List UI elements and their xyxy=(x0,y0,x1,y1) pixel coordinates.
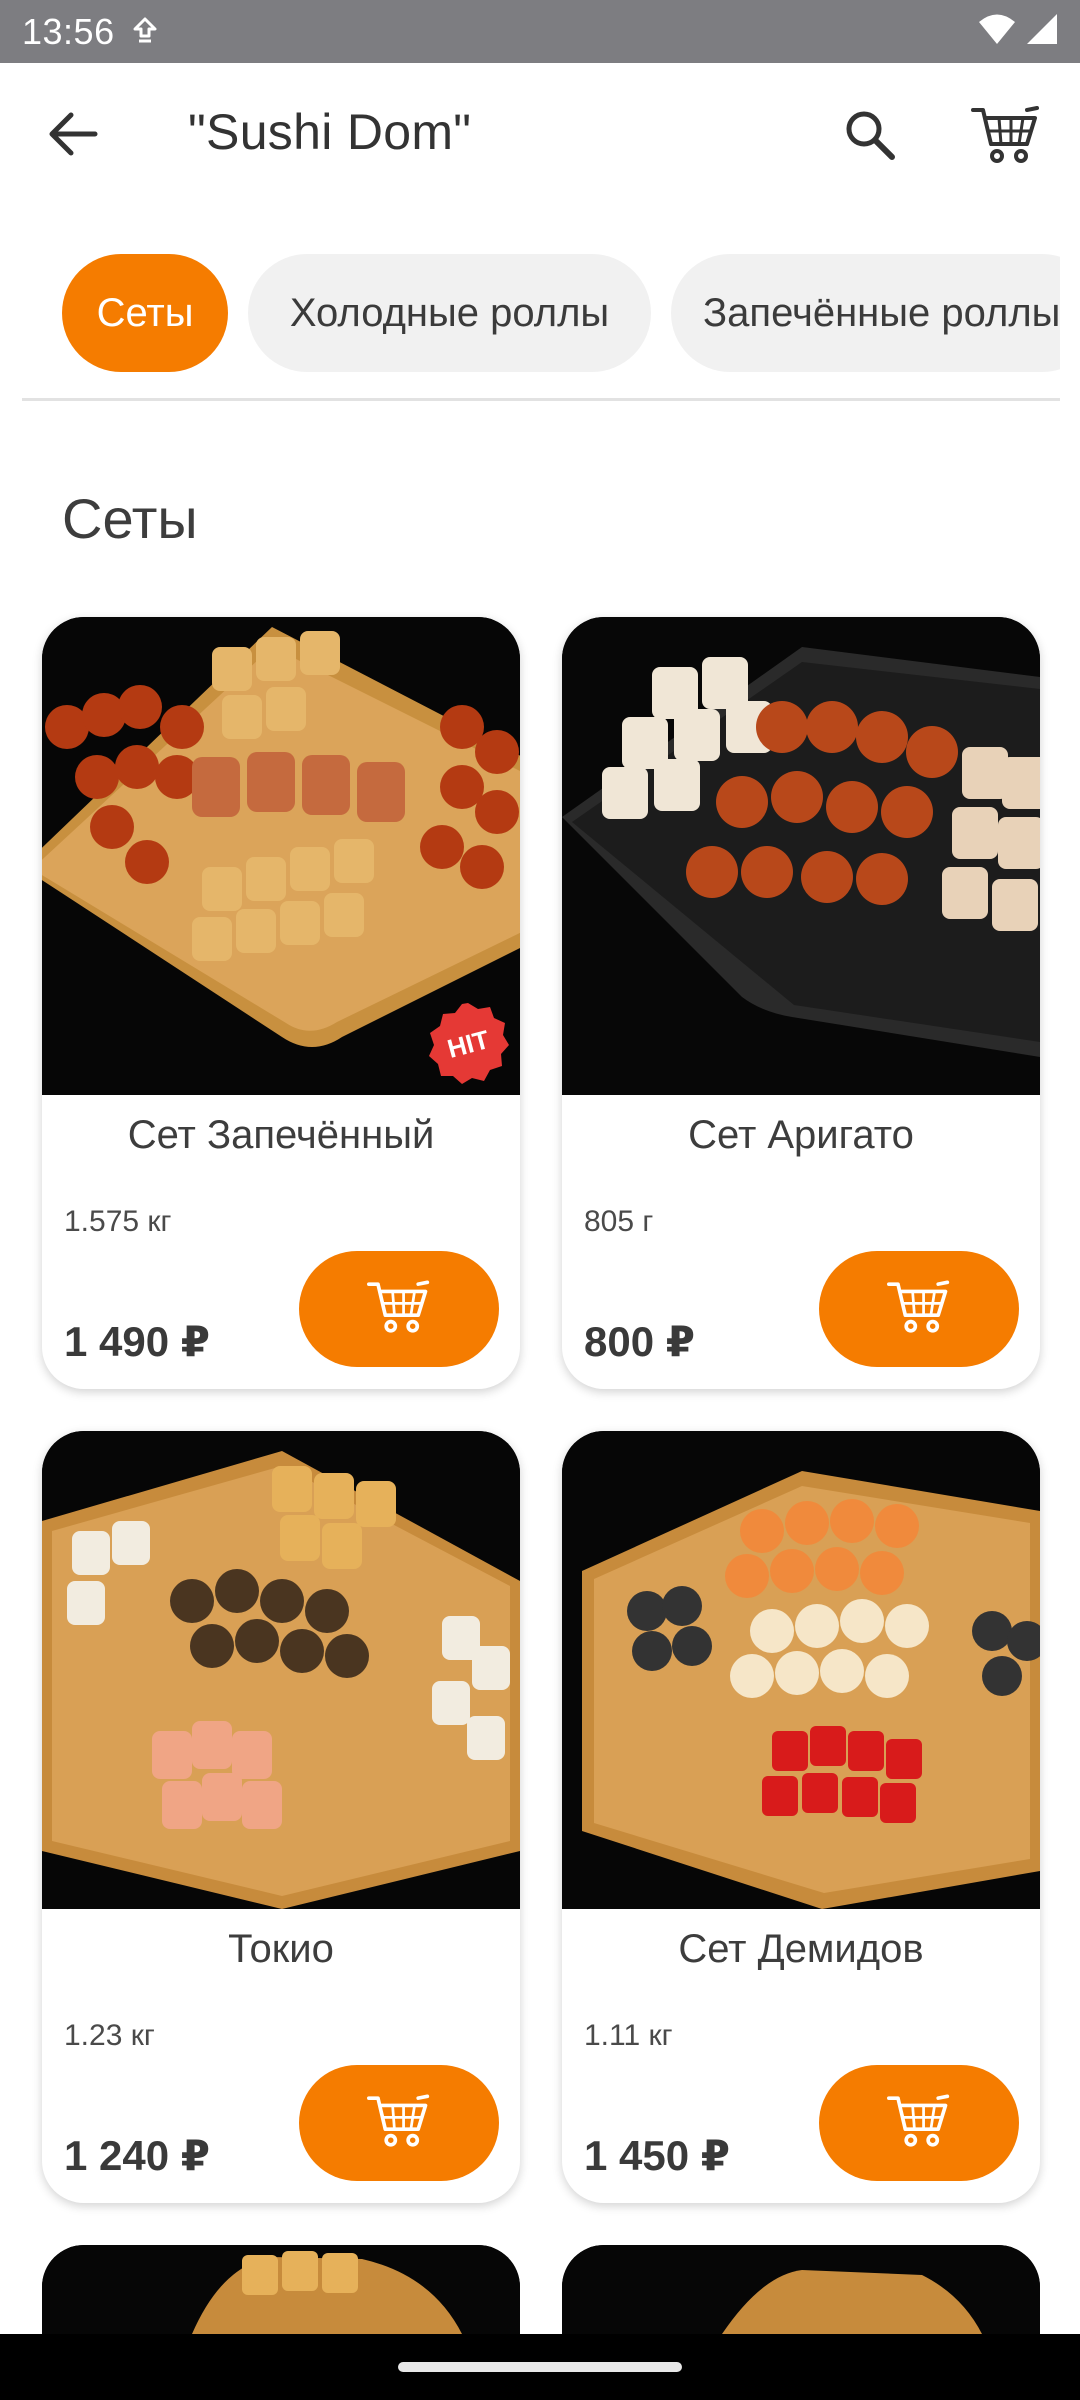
tab-sets[interactable]: Сеты xyxy=(62,254,228,372)
add-to-cart-button[interactable] xyxy=(819,2065,1019,2181)
product-name: Токио xyxy=(228,1927,334,1971)
tab-cold-rolls[interactable]: Холодные роллы xyxy=(248,254,651,372)
status-time: 13:56 xyxy=(22,10,115,52)
product-card[interactable]: Токио 1.23 кг 1 240 ₽ xyxy=(42,1431,520,2203)
product-card[interactable]: Сет Демидов 1.11 кг 1 450 ₽ xyxy=(562,1431,1040,2203)
product-image xyxy=(562,1431,1040,1909)
search-icon xyxy=(844,109,896,166)
product-weight: 1.23 кг xyxy=(64,2019,155,2052)
tab-baked-rolls[interactable]: Запечённые роллы xyxy=(671,254,1060,372)
screen: 13:56 "Sushi Dom" Сеты Холодные роллы За… xyxy=(0,0,1080,2400)
add-to-cart-button[interactable] xyxy=(299,1251,499,1367)
page-title: "Sushi Dom" xyxy=(188,104,472,160)
product-weight: 1.575 кг xyxy=(64,1205,172,1238)
search-button[interactable] xyxy=(832,99,908,175)
home-gesture-handle[interactable] xyxy=(398,2362,682,2372)
hit-badge: HIT xyxy=(426,1001,510,1085)
shopping-cart-icon xyxy=(887,2092,951,2155)
status-bar: 13:56 xyxy=(0,0,1080,63)
shopping-cart-icon xyxy=(367,1278,431,1341)
signal-icon xyxy=(1026,13,1058,50)
status-icons xyxy=(978,13,1058,50)
product-price: 1 240 ₽ xyxy=(64,2132,210,2179)
product-weight: 1.11 кг xyxy=(584,2019,673,2052)
data-saver-icon xyxy=(131,16,159,48)
shopping-cart-icon xyxy=(367,2092,431,2155)
arrow-left-icon xyxy=(48,112,98,161)
product-card[interactable]: HIT Сет Запечённый 1.575 кг 1 490 ₽ xyxy=(42,617,520,1389)
back-button[interactable] xyxy=(38,101,108,171)
shopping-cart-icon xyxy=(887,1278,951,1341)
product-image: HIT xyxy=(42,617,520,1095)
product-image xyxy=(562,617,1040,1095)
divider xyxy=(22,398,1060,401)
product-price: 800 ₽ xyxy=(584,1318,695,1365)
cart-button[interactable] xyxy=(966,99,1046,175)
wifi-icon xyxy=(978,13,1016,50)
top-app-bar: "Sushi Dom" xyxy=(0,63,1080,209)
shopping-cart-icon xyxy=(971,104,1041,171)
section-title: Сеты xyxy=(62,487,198,550)
category-tabs: Сеты Холодные роллы Запечённые роллы xyxy=(0,254,1060,374)
add-to-cart-button[interactable] xyxy=(299,2065,499,2181)
product-image xyxy=(42,1431,520,1909)
product-weight: 805 г xyxy=(584,1205,654,1238)
product-name: Сет Демидов xyxy=(678,1927,924,1971)
product-name: Сет Запечённый xyxy=(127,1113,435,1157)
add-to-cart-button[interactable] xyxy=(819,1251,1019,1367)
product-price: 1 490 ₽ xyxy=(64,1318,210,1365)
product-name: Сет Аригато xyxy=(688,1113,914,1157)
product-price: 1 450 ₽ xyxy=(584,2132,730,2179)
product-card[interactable]: Сет Аригато 805 г 800 ₽ xyxy=(562,617,1040,1389)
product-card-partial[interactable] xyxy=(562,2245,1040,2334)
product-card-partial[interactable] xyxy=(42,2245,520,2334)
